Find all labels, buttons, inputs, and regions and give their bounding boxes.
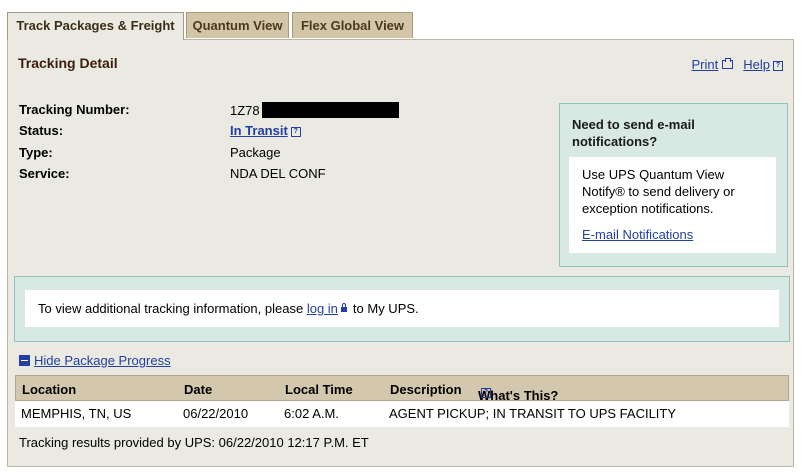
login-box: To view additional tracking information,…: [14, 276, 790, 342]
tracking-number-value: 1Z78: [230, 102, 399, 118]
login-box-inner: To view additional tracking information,…: [25, 290, 779, 327]
cell-description: AGENT PICKUP; IN TRANSIT TO UPS FACILITY: [389, 406, 677, 421]
lock-icon: [340, 303, 347, 312]
notify-text: Use UPS Quantum View Notify® to send del…: [582, 167, 735, 216]
top-links: Print Help?: [692, 57, 783, 72]
cell-date: 06/22/2010: [183, 406, 249, 421]
cell-time: 6:02 A.M.: [284, 406, 339, 421]
type-value: Package: [230, 145, 281, 160]
tab-flex-global-view[interactable]: Flex Global View: [292, 12, 413, 38]
package-progress-table: Location Date Local Time Description Wha…: [15, 375, 789, 427]
status-link[interactable]: In Transit: [230, 123, 288, 138]
help-icon[interactable]: ?: [773, 61, 783, 71]
tracking-panel: Tracking Detail Print Help? Tracking Numb…: [7, 39, 794, 467]
table-row: MEMPHIS, TN, US 06/22/2010 6:02 A.M. AGE…: [15, 401, 789, 427]
notify-inner: Use UPS Quantum View Notify® to send del…: [569, 157, 776, 253]
print-icon: [722, 58, 734, 69]
login-link[interactable]: log in: [307, 301, 338, 316]
hide-package-progress-link[interactable]: Hide Package Progress: [19, 353, 171, 368]
notify-title: Need to send e-mail notifications?: [572, 117, 695, 149]
hide-progress-label: Hide Package Progress: [34, 353, 171, 368]
col-description: Description: [390, 382, 462, 397]
tracking-number-label: Tracking Number:: [19, 102, 130, 117]
whats-this-help-icon[interactable]: ?: [481, 388, 491, 398]
email-notifications-link[interactable]: E-mail Notifications: [582, 227, 693, 242]
col-date: Date: [184, 382, 213, 397]
login-message: To view additional tracking information,…: [38, 301, 419, 316]
table-header: Location Date Local Time Description Wha…: [15, 375, 789, 403]
service-value: NDA DEL CONF: [230, 166, 326, 181]
status-help-icon[interactable]: ?: [290, 127, 301, 137]
service-label: Service:: [19, 166, 70, 181]
tab-quantum-view[interactable]: Quantum View: [186, 12, 289, 38]
page-title: Tracking Detail: [18, 55, 118, 71]
status-value-wrap: In Transit?: [230, 123, 301, 138]
minus-icon: [19, 355, 30, 366]
cell-location: MEMPHIS, TN, US: [21, 406, 132, 421]
print-link[interactable]: Print: [692, 57, 719, 72]
email-notification-box: Need to send e-mail notifications? Use U…: [559, 103, 788, 267]
login-text-before: To view additional tracking information,…: [38, 301, 304, 316]
tracking-results-footer: Tracking results provided by UPS: 06/22/…: [19, 435, 369, 450]
col-location: Location: [22, 382, 77, 397]
status-label: Status:: [19, 123, 64, 138]
tracking-number-text: 1Z78: [230, 103, 260, 118]
login-text-after: to My UPS.: [352, 301, 419, 316]
col-local-time: Local Time: [285, 382, 353, 397]
type-label: Type:: [19, 145, 53, 160]
redaction-bar: [261, 102, 399, 118]
help-link[interactable]: Help: [743, 57, 770, 72]
tab-track-packages[interactable]: Track Packages & Freight: [7, 12, 184, 40]
